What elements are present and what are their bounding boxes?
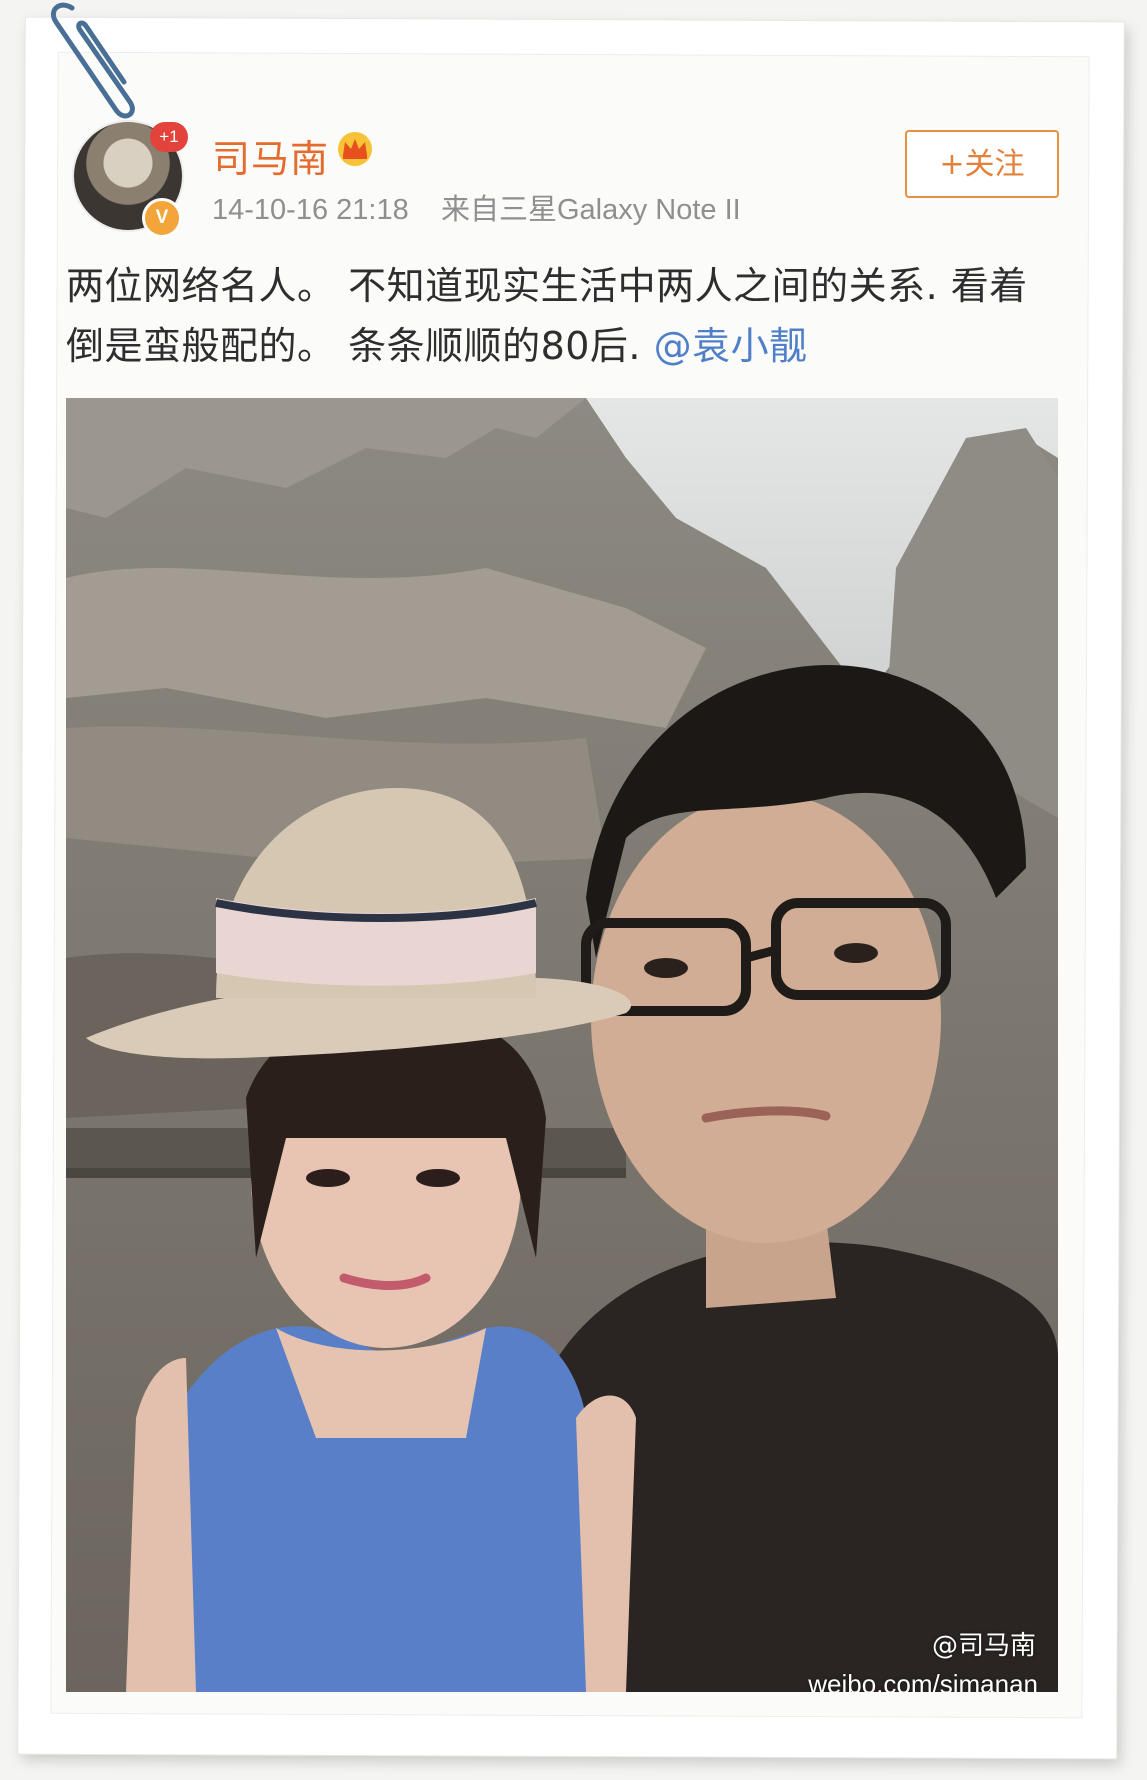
post-source: 来自三星Galaxy Note II <box>440 194 741 226</box>
paperclip-icon <box>50 2 135 119</box>
author-name[interactable]: 司马南 <box>212 128 329 183</box>
post-body: 两位网络名人。 不知道现实生活中两人之间的关系. 看着倒是蛮般配的。 条条顺顺的… <box>66 264 1028 368</box>
crown-icon <box>338 132 372 166</box>
watermark-url: weibo.com/simanan <box>808 1669 1038 1692</box>
mention-link[interactable]: @袁小靓 <box>654 324 808 368</box>
photo-illustration <box>66 398 1058 1692</box>
watermark-user: @司马南 <box>931 1631 1036 1661</box>
post-text: 两位网络名人。 不知道现实生活中两人之间的关系. 看着倒是蛮般配的。 条条顺顺的… <box>66 256 1066 376</box>
post-photo[interactable]: @司马南 weibo.com/simanan <box>66 398 1058 1692</box>
verified-badge: V <box>142 198 182 238</box>
author-avatar-wrap[interactable]: +1 V <box>72 120 188 238</box>
follow-button[interactable]: +关注 <box>905 130 1059 198</box>
post-meta: 14-10-16 21:18 来自三星Galaxy Note II <box>212 186 741 228</box>
notification-badge: +1 <box>150 122 188 152</box>
post-timestamp[interactable]: 14-10-16 21:18 <box>212 194 409 226</box>
